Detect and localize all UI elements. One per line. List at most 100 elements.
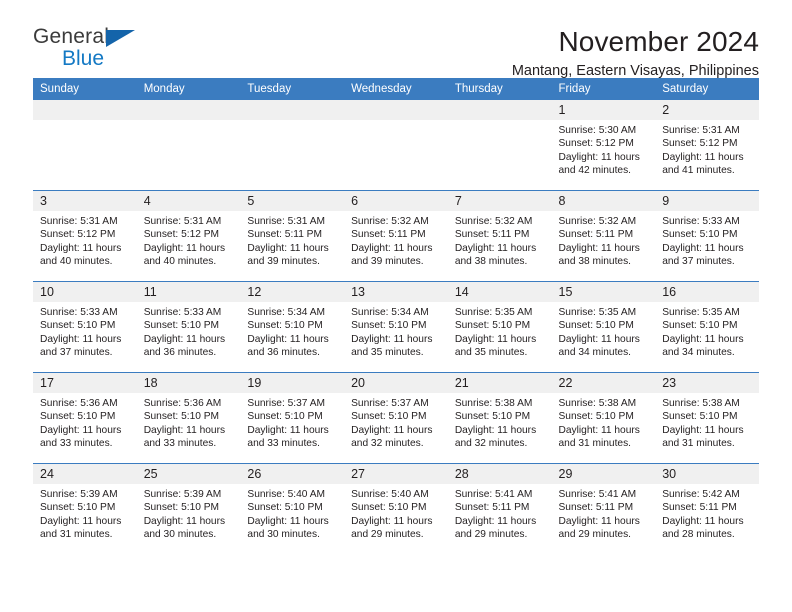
calendar-day-cell[interactable]: 8 Sunrise: 5:32 AM Sunset: 5:11 PM Daylight… (551, 190, 656, 282)
daylight-duration-line2: and 32 minutes. (454, 438, 528, 450)
calendar-day-cell[interactable]: 14 Sunrise: 5:35 AM Sunset: 5:10 PM Dayligh… (447, 281, 552, 373)
day-cell-filled: 21 Sunrise: 5:38 AM Sunset: 5:10 PM Dayligh… (447, 373, 552, 462)
sunset-time: Sunset: 5:11 PM (558, 502, 634, 514)
daylight-duration-line2: and 36 minutes. (247, 347, 320, 359)
day-number-band: 15 (551, 282, 656, 302)
day-number: 27 (351, 467, 366, 481)
day-cell-filled: 15 Sunrise: 5:35 AM Sunset: 5:10 PM Dayligh… (551, 282, 656, 371)
sun-info: Sunrise: 5:42 AM Sunset: 5:11 PM Daylight:… (655, 484, 759, 542)
day-cell-filled: 12 Sunrise: 5:34 AM Sunset: 5:10 PM Dayligh… (240, 282, 345, 371)
daylight-duration-line2: and 29 minutes. (558, 529, 632, 541)
weekday-header-row: Sunday Monday Tuesday Wednesday Thursday… (33, 78, 759, 100)
day-number-band: 21 (447, 373, 552, 393)
daylight-duration-line1: Daylight: 11 hours (662, 515, 744, 527)
sunrise-time: Sunrise: 5:41 AM (558, 489, 637, 500)
calendar-day-cell[interactable]: 3 Sunrise: 5:31 AM Sunset: 5:12 PM Daylight… (33, 190, 137, 282)
calendar-day-cell[interactable]: 7 Sunrise: 5:32 AM Sunset: 5:11 PM Daylight… (447, 190, 552, 282)
sunrise-time: Sunrise: 5:39 AM (40, 489, 118, 500)
sunrise-time: Sunrise: 5:40 AM (351, 489, 429, 500)
sunset-time: Sunset: 5:10 PM (662, 411, 738, 423)
sun-info: Sunrise: 5:35 AM Sunset: 5:10 PM Daylight:… (552, 302, 656, 360)
calendar-day-cell[interactable]: 16 Sunrise: 5:35 AM Sunset: 5:10 PM Dayligh… (655, 281, 759, 373)
calendar-day-cell[interactable]: 19 Sunrise: 5:37 AM Sunset: 5:10 PM Dayligh… (240, 372, 345, 464)
calendar-day-cell[interactable]: 26 Sunrise: 5:40 AM Sunset: 5:10 PM Dayligh… (240, 463, 345, 554)
calendar-day-cell[interactable] (344, 100, 448, 191)
daylight-duration-line2: and 40 minutes. (143, 256, 217, 268)
calendar-grid: Sunday Monday Tuesday Wednesday Thursday… (33, 78, 759, 554)
calendar-day-cell[interactable] (240, 100, 345, 191)
calendar-day-cell[interactable]: 17 Sunrise: 5:36 AM Sunset: 5:10 PM Dayligh… (33, 372, 137, 464)
calendar-day-cell[interactable]: 13 Sunrise: 5:34 AM Sunset: 5:10 PM Dayligh… (344, 281, 448, 373)
calendar-day-cell[interactable]: 30 Sunrise: 5:42 AM Sunset: 5:11 PM Dayligh… (655, 463, 759, 554)
calendar-day-cell[interactable]: 6 Sunrise: 5:32 AM Sunset: 5:11 PM Daylight… (344, 190, 448, 282)
day-cell-filled: 22 Sunrise: 5:38 AM Sunset: 5:10 PM Dayligh… (551, 373, 656, 462)
daylight-duration-line1: Daylight: 11 hours (143, 424, 226, 436)
day-cell-filled: 26 Sunrise: 5:40 AM Sunset: 5:10 PM Dayligh… (240, 464, 345, 553)
day-cell-empty (33, 100, 137, 189)
day-cell-filled: 25 Sunrise: 5:39 AM Sunset: 5:10 PM Dayligh… (136, 464, 241, 553)
calendar-page: General Blue November 2024 Mantang, East… (0, 0, 792, 612)
day-number-band: 26 (240, 464, 345, 484)
calendar-day-cell[interactable]: 21 Sunrise: 5:38 AM Sunset: 5:10 PM Dayligh… (447, 372, 552, 464)
calendar-day-cell[interactable]: 5 Sunrise: 5:31 AM Sunset: 5:11 PM Daylight… (240, 190, 345, 282)
calendar-day-cell[interactable]: 9 Sunrise: 5:33 AM Sunset: 5:10 PM Daylight… (655, 190, 759, 282)
day-number-band: 2 (655, 100, 759, 120)
day-cell-filled: 8 Sunrise: 5:32 AM Sunset: 5:11 PM Daylight… (551, 191, 656, 280)
sun-info: Sunrise: 5:32 AM Sunset: 5:11 PM Daylight:… (552, 211, 656, 269)
day-number: 7 (454, 194, 462, 208)
day-number-band: 18 (136, 373, 241, 393)
calendar-day-cell[interactable]: 15 Sunrise: 5:35 AM Sunset: 5:10 PM Dayligh… (551, 281, 656, 373)
sunrise-time: Sunrise: 5:38 AM (662, 398, 740, 409)
sun-info: Sunrise: 5:34 AM Sunset: 5:10 PM Daylight:… (344, 302, 448, 360)
sunset-time: Sunset: 5:10 PM (662, 229, 738, 241)
day-number: 20 (351, 376, 366, 390)
calendar-week-row: 24 Sunrise: 5:39 AM Sunset: 5:10 PM Dayligh… (33, 463, 759, 554)
sunrise-time: Sunrise: 5:35 AM (454, 307, 533, 318)
calendar-day-cell[interactable]: 4 Sunrise: 5:31 AM Sunset: 5:12 PM Daylight… (136, 190, 241, 282)
calendar-day-cell[interactable]: 23 Sunrise: 5:38 AM Sunset: 5:10 PM Dayligh… (655, 372, 759, 464)
daylight-duration-line1: Daylight: 11 hours (558, 515, 640, 527)
sun-info: Sunrise: 5:34 AM Sunset: 5:10 PM Daylight:… (240, 302, 344, 360)
sunrise-time: Sunrise: 5:42 AM (662, 489, 740, 500)
day-number-band: 13 (344, 282, 448, 302)
calendar-day-cell[interactable]: 12 Sunrise: 5:34 AM Sunset: 5:10 PM Dayligh… (240, 281, 345, 373)
calendar-day-cell[interactable]: 18 Sunrise: 5:36 AM Sunset: 5:10 PM Dayligh… (136, 372, 241, 464)
sunset-time: Sunset: 5:10 PM (454, 320, 531, 332)
sunset-time: Sunset: 5:11 PM (558, 229, 634, 241)
day-number-band: 29 (551, 464, 656, 484)
sunrise-time: Sunrise: 5:40 AM (247, 489, 325, 500)
calendar-day-cell[interactable]: 27 Sunrise: 5:40 AM Sunset: 5:10 PM Dayligh… (344, 463, 448, 554)
day-number-band (447, 100, 552, 120)
sunset-time: Sunset: 5:11 PM (662, 502, 737, 514)
sunrise-time: Sunrise: 5:36 AM (143, 398, 222, 409)
weekday-header-monday: Monday (136, 78, 241, 100)
day-number: 16 (662, 285, 677, 299)
weekday-header-wednesday: Wednesday (344, 78, 448, 100)
day-number: 26 (247, 467, 262, 481)
day-cell-filled: 4 Sunrise: 5:31 AM Sunset: 5:12 PM Daylight… (136, 191, 241, 280)
calendar-day-cell[interactable]: 10 Sunrise: 5:33 AM Sunset: 5:10 PM Dayligh… (33, 281, 137, 373)
calendar-day-cell[interactable]: 1 Sunrise: 5:30 AM Sunset: 5:12 PM Daylight… (551, 100, 656, 191)
calendar-day-cell[interactable] (447, 100, 552, 191)
calendar-day-cell[interactable]: 20 Sunrise: 5:37 AM Sunset: 5:10 PM Dayligh… (344, 372, 448, 464)
sunrise-time: Sunrise: 5:31 AM (40, 216, 118, 227)
sunset-time: Sunset: 5:12 PM (40, 229, 116, 241)
daylight-duration-line1: Daylight: 11 hours (351, 333, 433, 345)
sun-info: Sunrise: 5:38 AM Sunset: 5:10 PM Daylight:… (448, 393, 552, 451)
calendar-day-cell[interactable] (33, 100, 137, 191)
calendar-day-cell[interactable]: 22 Sunrise: 5:38 AM Sunset: 5:10 PM Dayligh… (551, 372, 656, 464)
day-number-band: 11 (136, 282, 241, 302)
calendar-day-cell[interactable]: 24 Sunrise: 5:39 AM Sunset: 5:10 PM Dayligh… (33, 463, 137, 554)
calendar-day-cell[interactable]: 25 Sunrise: 5:39 AM Sunset: 5:10 PM Dayligh… (136, 463, 241, 554)
sun-info: Sunrise: 5:38 AM Sunset: 5:10 PM Daylight:… (655, 393, 759, 451)
day-number-band: 28 (447, 464, 552, 484)
calendar-day-cell[interactable]: 29 Sunrise: 5:41 AM Sunset: 5:11 PM Dayligh… (551, 463, 656, 554)
calendar-day-cell[interactable]: 2 Sunrise: 5:31 AM Sunset: 5:12 PM Daylight… (655, 100, 759, 191)
daylight-duration-line1: Daylight: 11 hours (247, 515, 329, 527)
calendar-day-cell[interactable]: 11 Sunrise: 5:33 AM Sunset: 5:10 PM Dayligh… (136, 281, 241, 373)
calendar-day-cell[interactable]: 28 Sunrise: 5:41 AM Sunset: 5:11 PM Dayligh… (447, 463, 552, 554)
day-number: 19 (247, 376, 262, 390)
day-number-band (33, 100, 137, 120)
sunrise-time: Sunrise: 5:31 AM (662, 125, 740, 136)
calendar-day-cell[interactable] (136, 100, 241, 191)
